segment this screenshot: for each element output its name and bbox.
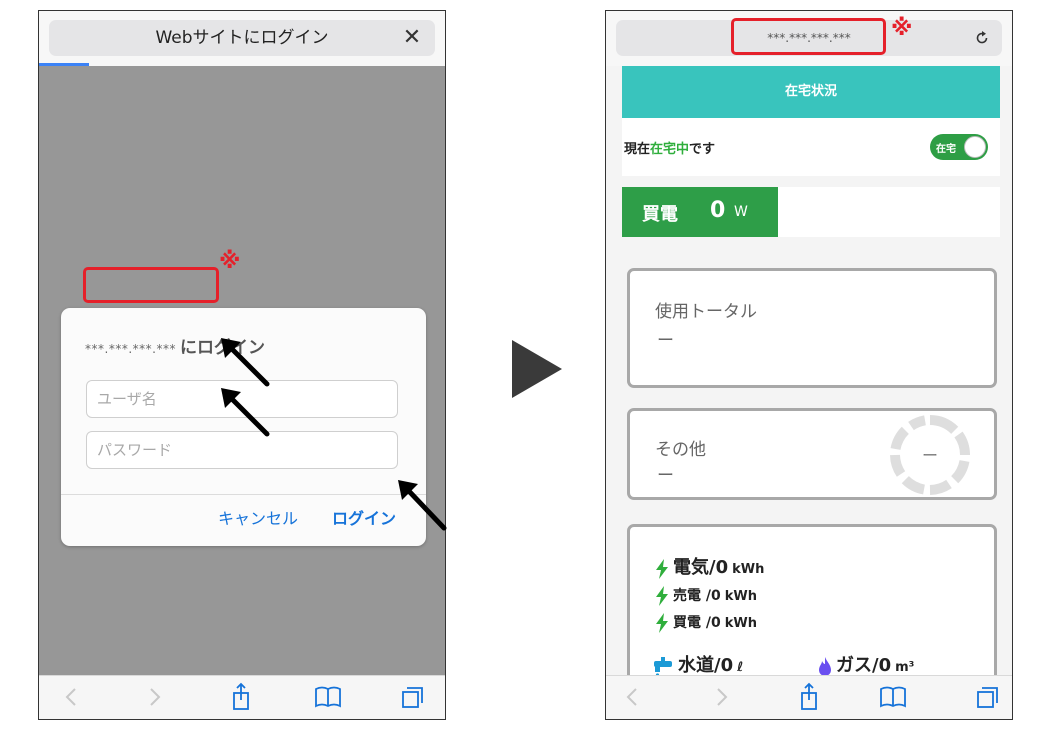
bookmarks-icon[interactable]: [876, 682, 910, 712]
other-usage-value: ー: [657, 466, 674, 486]
share-icon[interactable]: [792, 682, 826, 712]
login-button[interactable]: ログイン: [332, 507, 396, 531]
address-highlight-box: [83, 267, 219, 303]
faucet-icon: [654, 656, 672, 677]
total-usage-card: 使用トータル ー: [627, 268, 997, 388]
purchase-power-unit: W: [734, 204, 748, 220]
address-area: Webサイトにログイン ✕: [39, 11, 445, 66]
flame-icon: [819, 656, 831, 676]
gauge-value: ー: [922, 446, 938, 465]
note-mark: ※: [219, 249, 241, 274]
other-usage-title: その他: [655, 440, 706, 460]
back-icon[interactable]: [616, 682, 650, 712]
bookmarks-icon[interactable]: [311, 682, 345, 712]
browser-toolbar: [39, 675, 445, 719]
other-usage-gauge: ー: [890, 415, 970, 495]
sell-power-usage: 売電 /0 kWh: [655, 582, 757, 608]
purchase-power-value: 0: [710, 198, 726, 223]
home-status-screen: ***.***.***.*** 在宅状況 現在在宅中です 在宅 買電 0 W 使…: [605, 10, 1013, 720]
arrow-to-password: [221, 388, 270, 437]
toggle-knob: [964, 136, 986, 158]
buy-power-usage: 買電 /0 kWh: [655, 609, 757, 635]
presence-status-text: 現在在宅中です: [624, 142, 716, 157]
lightning-icon: [656, 612, 668, 633]
other-usage-card: その他 ー ー: [627, 408, 997, 500]
total-usage-title: 使用トータル: [655, 302, 757, 322]
lightning-icon: [656, 558, 668, 579]
purchase-power-row: 買電 0 W: [622, 187, 1000, 237]
toggle-label: 在宅: [936, 144, 956, 155]
cancel-button[interactable]: キャンセル: [218, 507, 298, 531]
presence-status-row: 現在在宅中です 在宅: [622, 118, 1000, 176]
resource-usage-card: 電気/0 kWh 売電 /0 kWh 買電 /0 kWh 水道/0 ℓ ガス/0 m³: [627, 524, 997, 678]
address-title: Webサイトにログイン: [155, 28, 329, 48]
tabs-icon[interactable]: [395, 682, 429, 712]
address-highlight-box: [731, 18, 886, 55]
purchase-power-badge: 買電 0 W: [622, 187, 778, 237]
close-icon[interactable]: ✕: [399, 20, 425, 56]
next-step-arrow-icon: [512, 340, 562, 398]
back-icon[interactable]: [55, 682, 89, 712]
lightning-icon: [656, 585, 668, 606]
address-bar[interactable]: Webサイトにログイン ✕: [49, 20, 435, 56]
dialog-divider: [61, 494, 426, 495]
purchase-power-label: 買電: [642, 204, 678, 225]
electricity-usage: 電気/0 kWh: [655, 555, 764, 581]
forward-icon[interactable]: [704, 682, 738, 712]
page-content: 在宅状況 現在在宅中です 在宅 買電 0 W 使用トータル ー その他 ー ー …: [606, 66, 1012, 678]
presence-toggle[interactable]: 在宅: [930, 134, 988, 160]
total-usage-value: ー: [657, 331, 674, 351]
arrow-to-login-button: [398, 480, 447, 531]
tabs-icon[interactable]: [970, 682, 1004, 712]
masked-ip-address: ***.***.***.***: [85, 342, 176, 356]
forward-icon[interactable]: [137, 682, 171, 712]
section-header: 在宅状況: [622, 66, 1000, 118]
share-icon[interactable]: [224, 682, 258, 712]
note-mark: ※: [891, 16, 913, 41]
browser-toolbar: [606, 675, 1012, 719]
reload-icon[interactable]: [974, 30, 990, 46]
